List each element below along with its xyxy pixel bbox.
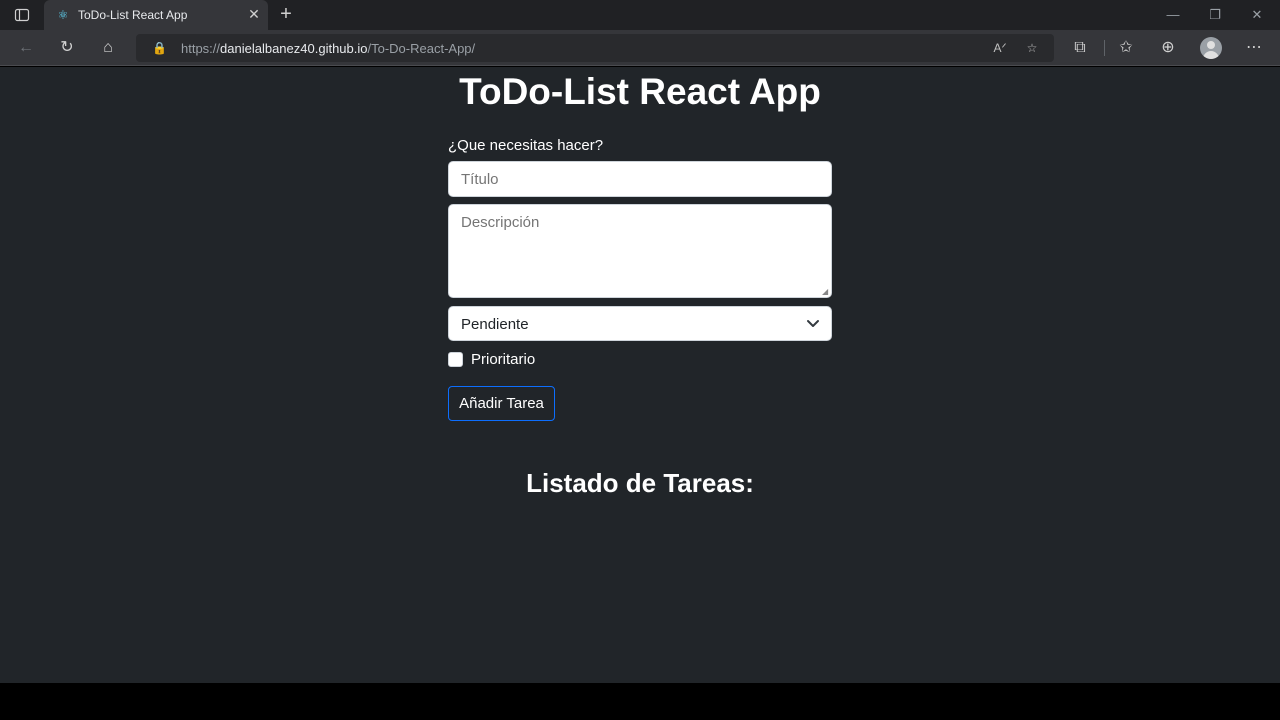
status-select-value: Pendiente (461, 316, 529, 333)
address-url[interactable]: https://danielalbanez40.github.io/To-Do-… (181, 41, 475, 56)
minimize-icon[interactable]: — (1164, 6, 1182, 24)
tab-title: ToDo-List React App (78, 8, 188, 22)
priority-checkbox[interactable] (448, 352, 463, 367)
more-icon[interactable]: ⋯ (1244, 38, 1264, 58)
toolbar-separator (1104, 40, 1105, 56)
lock-icon[interactable]: 🔒 (152, 40, 167, 56)
description-textarea[interactable] (448, 204, 832, 298)
back-arrow-icon[interactable]: ← (16, 38, 36, 58)
profile-icon[interactable] (1200, 37, 1222, 59)
add-task-button[interactable]: Añadir Tarea (448, 386, 555, 421)
favorites-icon[interactable]: ✩ (1116, 38, 1136, 58)
close-icon[interactable]: ✕ (246, 6, 262, 22)
address-bar[interactable]: 🔒 https://danielalbanez40.github.io/To-D… (136, 34, 1054, 62)
taskbar (0, 683, 1280, 720)
window-close-icon[interactable]: ✕ (1248, 6, 1266, 24)
collections-icon[interactable]: ⊕ (1158, 38, 1178, 58)
browser-tab-active[interactable]: ⚛ ToDo-List React App ✕ (44, 0, 268, 30)
resize-handle-icon[interactable]: ◢ (822, 288, 830, 296)
page-title: ToDo-List React App (459, 71, 821, 112)
restore-icon[interactable]: ❐ (1206, 6, 1224, 24)
plus-icon[interactable]: + (276, 4, 296, 24)
task-list-heading: Listado de Tareas: (526, 468, 754, 498)
browser-tabbar: ⚛ ToDo-List React App ✕ + — ❐ ✕ (0, 0, 1280, 30)
title-input[interactable] (448, 161, 832, 197)
browser-toolbar: ← ↻ ⌂ 🔒 https://danielalbanez40.github.i… (0, 30, 1280, 66)
tab-actions-icon[interactable] (14, 7, 30, 23)
extensions-icon[interactable]: ⧉ (1070, 38, 1090, 58)
react-icon: ⚛ (57, 8, 69, 22)
app-page: ToDo-List React App ¿Que necesitas hacer… (0, 67, 1280, 683)
home-icon[interactable]: ⌂ (98, 38, 118, 58)
refresh-icon[interactable]: ↻ (57, 38, 77, 58)
add-favorite-icon[interactable]: ☆ (1022, 38, 1042, 58)
form-label: ¿Que necesitas hacer? (448, 137, 604, 154)
status-select[interactable]: Pendiente (448, 306, 832, 341)
read-aloud-icon[interactable]: Aᐟ (990, 38, 1010, 58)
priority-label[interactable]: Prioritario (471, 351, 535, 368)
chevron-down-icon (804, 314, 822, 332)
